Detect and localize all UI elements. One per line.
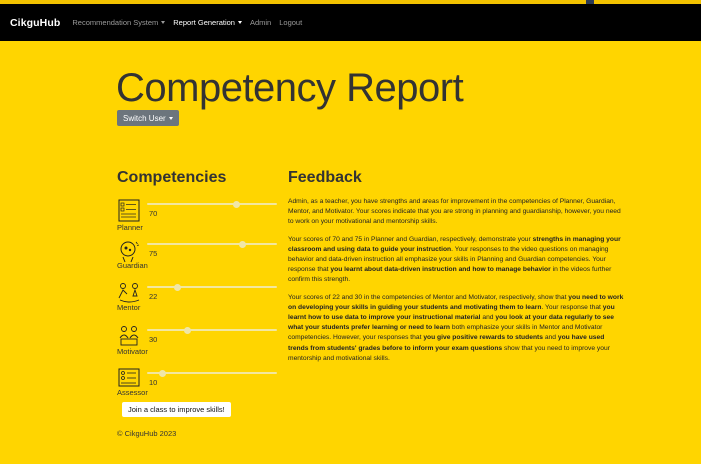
planner-icon [118,199,140,222]
competencies-heading: Competencies [117,169,227,186]
feedback-body: Admin, as a teacher, you have strengths … [288,197,625,371]
feedback-text: Admin, as a teacher, you have strengths … [288,198,621,226]
feedback-text: . Your response that [541,303,603,311]
slider-track [147,329,277,331]
feedback-text: Your scores of 70 and 75 in Planner and … [288,235,533,243]
nav-recommendation-label: Recommendation System [72,18,159,27]
feedback-paragraph: Your scores of 22 and 30 in the competen… [288,293,625,364]
feedback-text: Your scores of 22 and 30 in the competen… [288,293,569,301]
nav-logout[interactable]: Logout [279,18,302,27]
assessor-score: 10 [149,378,158,387]
guardian-score: 75 [149,249,158,258]
page-title: Competency Report [116,66,464,110]
caret-down-icon [168,116,173,120]
guardian-icon [120,241,140,263]
feedback-heading: Feedback [288,169,362,186]
motivator-slider[interactable] [147,325,277,335]
switch-user-button[interactable]: Switch User [117,110,179,126]
motivator-icon [119,326,139,346]
join-class-button[interactable]: Join a class to improve skills! [122,402,231,417]
feedback-text: and [480,314,496,322]
assessor-label: Assessor [117,388,148,397]
feedback-emphasis: you learnt about data-driven instruction… [330,266,551,274]
planner-score: 70 [149,209,158,218]
guardian-label: Guardian [117,261,148,270]
feedback-text: and [542,334,558,342]
competency-guardian: 75 Guardian [117,239,277,279]
slider-thumb[interactable] [183,326,191,334]
motivator-score: 30 [149,335,158,344]
slider-track [147,286,277,288]
nav-admin[interactable]: Admin [250,18,271,27]
mentor-score: 22 [149,292,158,301]
feedback-emphasis: you give positive rewards to students [423,334,543,342]
footer-copyright: © CikguHub 2023 [117,429,177,438]
navbar: CikguHub Recommendation System Report Ge… [0,4,701,41]
slider-thumb[interactable] [233,200,241,208]
feedback-paragraph: Admin, as a teacher, you have strengths … [288,197,625,228]
competency-mentor: 22 Mentor [117,282,277,322]
planner-label: Planner [117,223,143,232]
nav-recommendation-system[interactable]: Recommendation System [72,18,166,27]
caret-down-icon [237,21,242,24]
switch-user-label: Switch User [123,113,166,123]
caret-down-icon [161,21,166,24]
competency-motivator: 30 Motivator [117,325,277,365]
nav-report-label: Report Generation [173,18,235,27]
assessor-slider[interactable] [147,368,277,378]
guardian-slider[interactable] [147,239,277,249]
planner-slider[interactable] [147,199,277,209]
slider-track [147,372,277,374]
slider-thumb[interactable] [174,283,182,291]
feedback-paragraph: Your scores of 70 and 75 in Planner and … [288,235,625,286]
slider-track [147,243,277,245]
competency-planner: 70 Planner [117,199,277,239]
slider-thumb[interactable] [159,369,167,377]
slider-thumb[interactable] [239,240,247,248]
motivator-label: Motivator [117,347,148,356]
mentor-slider[interactable] [147,282,277,292]
slider-track [147,203,277,205]
mentor-label: Mentor [117,303,141,312]
nav-report-generation[interactable]: Report Generation [173,18,242,27]
brand-link[interactable]: CikguHub [10,17,60,29]
